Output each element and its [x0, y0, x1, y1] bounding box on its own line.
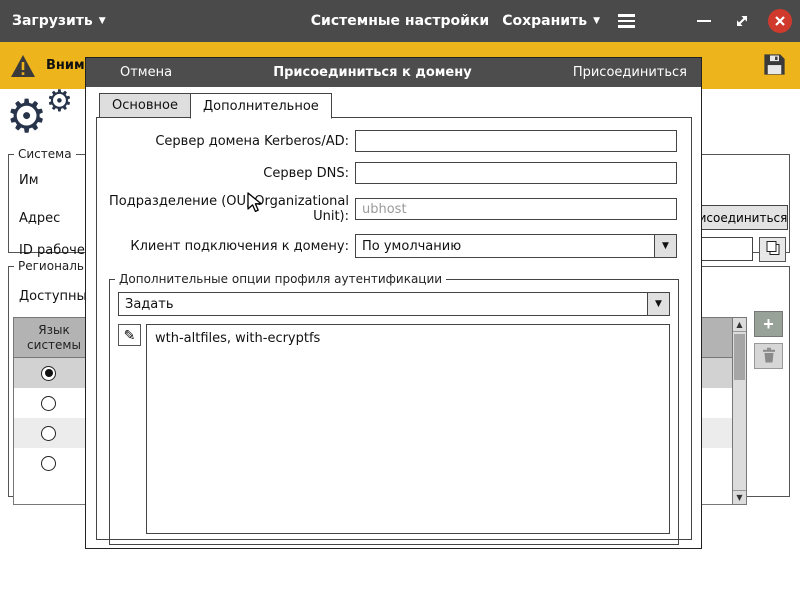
- edit-button[interactable]: ✎: [118, 324, 141, 346]
- ou-input[interactable]: [355, 198, 677, 220]
- tab-additional[interactable]: Дополнительное: [189, 93, 332, 119]
- pencil-icon: ✎: [123, 327, 136, 343]
- screen: Загрузить ▼ Системные настройки Сохранит…: [0, 0, 800, 600]
- expand-icon: [737, 16, 747, 26]
- domain-client-select[interactable]: По умолчанию ▼: [355, 234, 677, 258]
- form-row-ou: Подразделение (OU, Organizational Unit):: [97, 194, 677, 224]
- save-label: Сохранить: [502, 13, 588, 29]
- gear-icon: ⚙: [6, 89, 48, 143]
- dialog-title: Присоединиться к домену: [273, 65, 472, 80]
- floppy-icon: [764, 53, 785, 75]
- dialog-join-button[interactable]: Присоединиться: [573, 65, 687, 80]
- auth-options-legend: Дополнительные опции профиля аутентифика…: [119, 272, 443, 286]
- auth-mode-row: Задать ▼: [118, 292, 670, 316]
- kerberos-server-input[interactable]: [355, 130, 677, 152]
- system-legend: Система: [18, 147, 72, 161]
- kerberos-server-label: Сервер домена Kerberos/AD:: [155, 133, 349, 149]
- form-row-kerberos: Сервер домена Kerberos/AD:: [97, 130, 677, 152]
- delete-language-button[interactable]: [754, 343, 783, 369]
- scrollbar-thumb[interactable]: [734, 334, 745, 380]
- form-row-domain-client: Клиент подключения к домену: По умолчани…: [97, 234, 677, 258]
- domain-client-label: Клиент подключения к домену:: [130, 238, 349, 254]
- trash-icon: [762, 347, 775, 362]
- dns-server-input[interactable]: [355, 162, 677, 184]
- load-menu-button[interactable]: Загрузить ▼: [12, 13, 106, 29]
- language-radio[interactable]: [41, 455, 56, 471]
- dialog-header: Отмена Присоединиться к домену Присоедин…: [86, 58, 701, 87]
- save-menu-button[interactable]: Сохранить ▼: [502, 13, 600, 29]
- scroll-down-icon[interactable]: ▼: [733, 490, 746, 504]
- auth-edit-row: ✎ wth-altfiles, with-ecryptfs: [118, 324, 670, 534]
- auth-mode-select[interactable]: Задать ▼: [118, 292, 670, 316]
- form-row-dns: Сервер DNS:: [97, 162, 677, 184]
- join-domain-dialog: Отмена Присоединиться к домену Присоедин…: [85, 57, 702, 549]
- titlebar: Загрузить ▼ Системные настройки Сохранит…: [0, 0, 800, 42]
- hamburger-menu-button[interactable]: [614, 9, 638, 33]
- caret-down-icon: ▼: [593, 15, 600, 26]
- language-column-header: Язык системы: [27, 323, 81, 352]
- maximize-button[interactable]: [730, 9, 754, 33]
- workstation-id-label: ID рабочей: [19, 243, 94, 258]
- gear-icon: ⚙: [46, 84, 73, 119]
- dialog-cancel-button[interactable]: Отмена: [120, 65, 172, 80]
- close-icon: [775, 16, 785, 26]
- table-scrollbar[interactable]: ▲ ▼: [732, 318, 746, 504]
- join-domain-button[interactable]: рисоединиться: [690, 205, 788, 230]
- dialog-tab-panel: Сервер домена Kerberos/AD: Сервер DNS: П…: [96, 117, 692, 545]
- warning-triangle-icon: [11, 54, 35, 77]
- scroll-up-icon[interactable]: ▲: [733, 318, 746, 332]
- load-label: Загрузить: [12, 13, 93, 29]
- copy-icon: [766, 241, 779, 255]
- language-radio[interactable]: [41, 365, 56, 381]
- auth-options-fieldset: Дополнительные опции профиля аутентифика…: [109, 272, 679, 545]
- address-label: Адрес: [19, 211, 61, 226]
- language-radio[interactable]: [41, 425, 56, 441]
- chevron-down-icon[interactable]: ▼: [647, 293, 669, 315]
- auth-options-textarea[interactable]: wth-altfiles, with-ecryptfs: [146, 324, 670, 534]
- minimize-icon: [697, 19, 711, 23]
- domain-client-value: По умолчанию: [362, 238, 462, 254]
- tab-basic[interactable]: Основное: [99, 93, 191, 118]
- auth-mode-value: Задать: [125, 296, 174, 312]
- save-to-file-button[interactable]: [761, 51, 788, 81]
- dialog-tabs: Основное Дополнительное: [99, 93, 332, 119]
- dns-server-label: Сервер DNS:: [263, 165, 349, 181]
- ou-label: Подразделение (OU, Organizational Unit):: [109, 194, 349, 224]
- caret-down-icon: ▼: [98, 15, 106, 26]
- add-language-button[interactable]: +: [754, 311, 783, 337]
- close-button[interactable]: [768, 9, 792, 33]
- auth-options-text: wth-altfiles, with-ecryptfs: [155, 331, 321, 346]
- hamburger-icon: [617, 14, 635, 28]
- chevron-down-icon[interactable]: ▼: [654, 235, 676, 257]
- language-radio[interactable]: [41, 395, 56, 411]
- computer-name-label: Им: [19, 173, 39, 188]
- minimize-button[interactable]: [692, 9, 716, 33]
- settings-gears-icon: ⚙ ⚙: [6, 84, 86, 149]
